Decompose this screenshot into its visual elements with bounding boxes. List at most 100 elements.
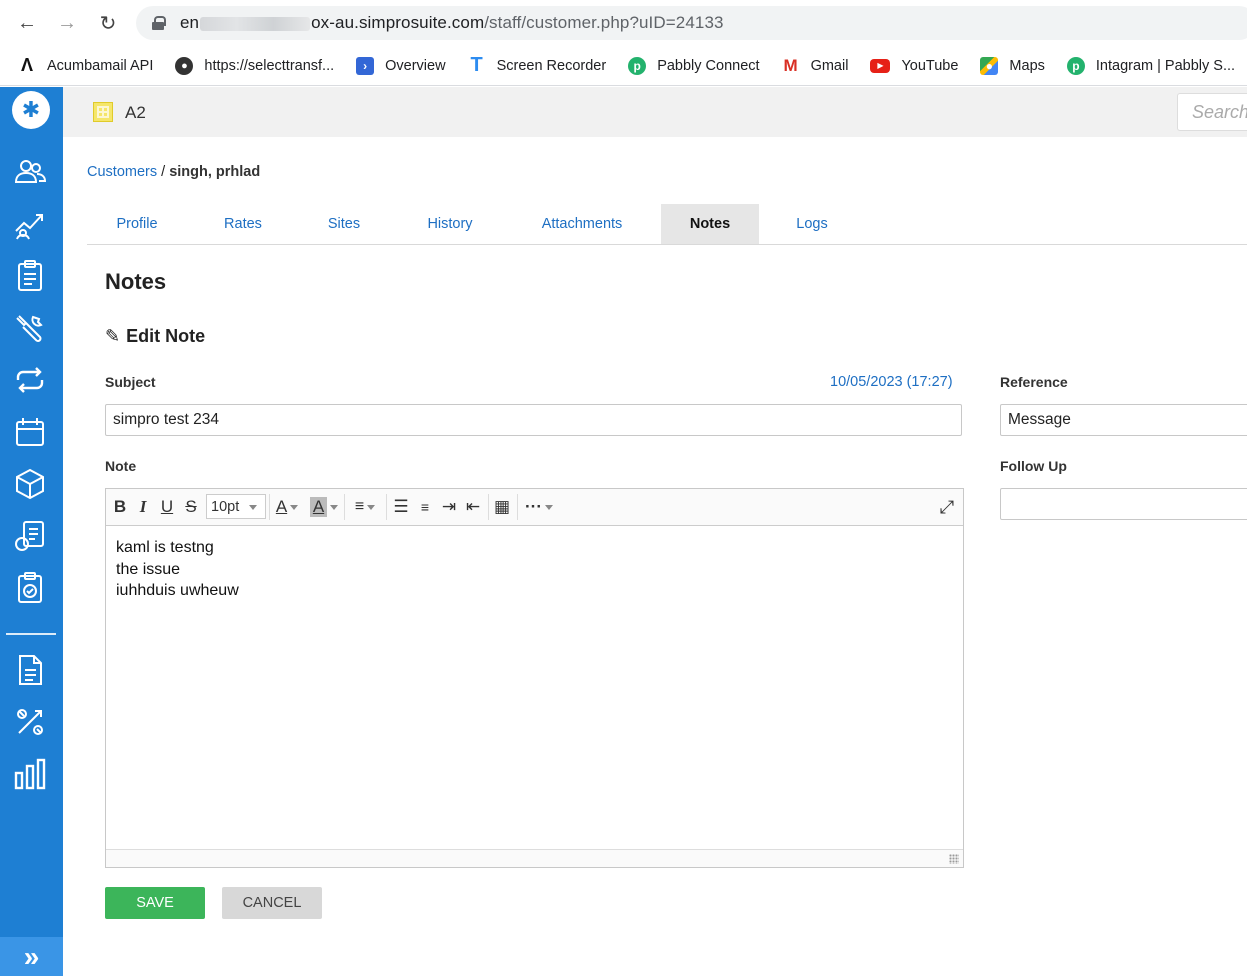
tasks-clipboard-icon[interactable] (13, 571, 47, 605)
bookmarks-bar: Λ Acumbamail API ● https://selecttransf.… (0, 46, 1247, 86)
breadcrumb-separator: / (161, 164, 166, 180)
underline-icon[interactable]: U (158, 496, 176, 518)
calendar-icon[interactable] (13, 415, 47, 449)
follow-up-label: Follow Up (1000, 458, 1067, 474)
bookmark-youtube[interactable]: ▶ YouTube (870, 58, 958, 74)
note-line: kaml is testng (116, 539, 214, 556)
tab-rates[interactable]: Rates (193, 204, 293, 244)
bookmark-intagram-pabbly[interactable]: p Intagram | Pabbly S... (1066, 56, 1235, 75)
subject-input[interactable]: simpro test 234 (105, 404, 962, 436)
toolbar-divider (269, 494, 270, 520)
tab-sites[interactable]: Sites (294, 204, 394, 244)
company-name[interactable]: A2 (125, 103, 146, 123)
bookmark-overview[interactable]: › Overview (356, 56, 446, 75)
simpro-logo-icon[interactable]: ✱ (12, 91, 50, 129)
toolbar-divider (344, 494, 345, 520)
wrench-icon[interactable] (13, 311, 47, 345)
more-options-icon[interactable]: ··· (521, 496, 557, 518)
note-timestamp[interactable]: 10/05/2023 (17:27) (830, 374, 953, 390)
recurring-icon[interactable] (13, 363, 47, 397)
bookmark-label: Pabbly Connect (657, 57, 760, 74)
breadcrumb-current: singh, prhlad (169, 164, 261, 180)
bookmark-label: Screen Recorder (496, 57, 607, 74)
bookmark-gmail[interactable]: M Gmail (782, 55, 848, 75)
follow-up-input[interactable] (1000, 488, 1247, 520)
acumbamail-logo-icon: Λ (20, 55, 33, 75)
tab-attachments[interactable]: Attachments (527, 204, 637, 244)
building-icon (93, 102, 113, 122)
resize-handle-icon[interactable] (949, 854, 959, 864)
redacted-url-part (200, 16, 311, 31)
numbered-list-icon[interactable]: ≡ (414, 496, 436, 518)
global-search[interactable] (1177, 93, 1247, 131)
invoices-icon[interactable] (13, 519, 47, 553)
overview-icon: › (356, 56, 375, 75)
tools-icon[interactable] (13, 705, 47, 739)
bookmark-maps[interactable]: ● Maps (980, 56, 1045, 75)
breadcrumb: Customers / singh, prhlad (87, 164, 260, 180)
bookmark-label: YouTube (901, 57, 959, 74)
bookmark-acumbamail[interactable]: Λ Acumbamail API (18, 55, 154, 75)
people-icon[interactable] (13, 155, 47, 189)
bookmark-screen-recorder[interactable]: T Screen Recorder (468, 54, 607, 76)
quotes-clipboard-icon[interactable] (13, 259, 47, 293)
indent-icon[interactable]: ⇥ (438, 496, 460, 518)
bold-icon[interactable]: B (111, 496, 129, 518)
highlight-color-icon[interactable]: A (306, 496, 342, 518)
chevron-down-icon (249, 505, 257, 510)
tab-logs[interactable]: Logs (762, 204, 862, 244)
tab-notes[interactable]: Notes (661, 204, 759, 244)
editor-toolbar: B I U S 10pt A A ≡ ☰ ≡ ⇥ ⇤ ▦ ··· ⤢ (106, 489, 963, 526)
outdent-icon[interactable]: ⇤ (462, 496, 484, 518)
section-title: Notes (105, 269, 167, 294)
note-line: iuhhduis uwheuw (116, 582, 239, 599)
app-header: A2 (63, 87, 1247, 137)
note-label: Note (105, 458, 137, 474)
bookmark-pabbly-connect[interactable]: p Pabbly Connect (628, 56, 760, 75)
bookmark-label: https://selecttransf... (204, 57, 335, 74)
italic-icon[interactable]: I (134, 496, 152, 518)
note-content[interactable]: kaml is testng the issue iuhhduis uwheuw (116, 537, 239, 602)
breadcrumb-customers-link[interactable]: Customers (87, 164, 157, 180)
gmail-icon: M (783, 55, 798, 75)
forward-arrow-icon[interactable]: → (52, 8, 82, 38)
tab-history[interactable]: History (400, 204, 500, 244)
bookmark-label: Acumbamail API (47, 57, 154, 74)
tab-profile[interactable]: Profile (87, 204, 187, 244)
save-button[interactable]: SAVE (105, 887, 205, 919)
subject-label: Subject (105, 374, 156, 390)
editor-statusbar (106, 849, 963, 867)
font-size-select[interactable]: 10pt (206, 494, 266, 519)
expand-rail-icon[interactable]: » (0, 937, 63, 976)
leads-chart-icon[interactable] (13, 207, 47, 241)
cancel-button[interactable]: CANCEL (222, 887, 322, 919)
strikethrough-icon[interactable]: S (182, 496, 200, 518)
note-line: the issue (116, 560, 181, 578)
bookmark-label: Overview (385, 57, 446, 74)
pencil-icon: ✎ (105, 326, 121, 346)
address-bar[interactable]: en ox-au.simprosuite.com/staff/customer.p… (136, 6, 1247, 40)
bullet-list-icon[interactable]: ☰ (390, 496, 412, 518)
table-icon[interactable]: ▦ (491, 496, 513, 518)
pabbly-icon: p (628, 56, 647, 75)
maps-icon: ● (980, 56, 999, 75)
inventory-box-icon[interactable] (13, 467, 47, 501)
reload-icon[interactable]: ↻ (93, 8, 123, 38)
document-icon[interactable] (13, 653, 47, 687)
text-color-icon[interactable]: A (272, 496, 302, 518)
note-editor[interactable]: B I U S 10pt A A ≡ ☰ ≡ ⇥ ⇤ ▦ ··· ⤢ kaml … (105, 488, 964, 868)
toolbar-divider (517, 494, 518, 520)
url-text[interactable]: en ox-au.simprosuite.com/staff/customer.p… (180, 13, 724, 33)
reference-input[interactable]: Message (1000, 404, 1247, 436)
rail-divider (6, 633, 56, 635)
bookmark-selecttransf[interactable]: ● https://selecttransf... (175, 56, 335, 75)
toolbar-divider (386, 494, 387, 520)
bookmark-label: Maps (1009, 57, 1045, 74)
reports-bar-chart-icon[interactable] (13, 757, 47, 791)
toolbar-divider (488, 494, 489, 520)
back-arrow-icon[interactable]: ← (12, 8, 42, 38)
fullscreen-icon[interactable]: ⤢ (936, 496, 958, 518)
align-left-icon[interactable]: ≡ (347, 496, 383, 518)
edit-note-title: Edit Note (126, 326, 206, 346)
search-input[interactable] (1192, 101, 1247, 123)
